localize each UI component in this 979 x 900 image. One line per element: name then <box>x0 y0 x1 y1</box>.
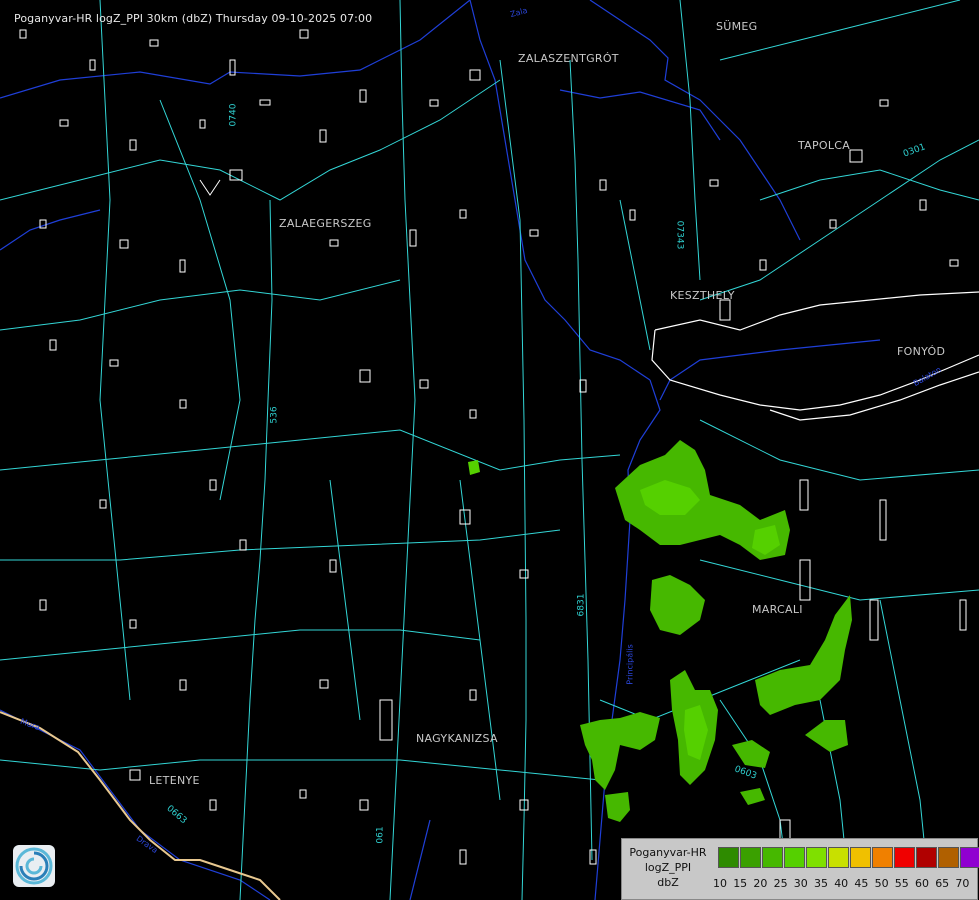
place-label-marcali: MARCALI <box>752 603 803 616</box>
legend-swatch <box>872 847 893 868</box>
legend-tick-label: 65 <box>935 877 950 890</box>
legend-tick-label: 35 <box>814 877 828 890</box>
road-number: 536 <box>269 406 280 424</box>
legend-ticks: 10 15 20 25 30 35 40 45 50 55 60 65 70 <box>710 877 979 891</box>
legend-tick-label: 40 <box>834 877 849 890</box>
legend-swatch <box>850 847 871 868</box>
legend-tick-label: 25 <box>773 877 788 890</box>
legend-tick-label: 15 <box>733 877 748 890</box>
legend-swatch <box>894 847 915 868</box>
echo-cell-9 <box>805 720 848 752</box>
echo-cell-6 <box>732 740 770 768</box>
legend-swatch <box>960 847 979 868</box>
legend-tick-label: 30 <box>793 877 808 890</box>
legend-swatch <box>740 847 761 868</box>
echo-cell-2 <box>650 575 705 635</box>
place-label-tapolca: TAPOLCA <box>798 139 851 152</box>
legend-swatch <box>784 847 805 868</box>
legend-tick-label: 55 <box>894 877 909 890</box>
echo-cell-4 <box>580 712 660 790</box>
place-label-fonyod: FONYÓD <box>897 345 946 358</box>
radar-swirl-logo-icon <box>13 845 55 887</box>
legend-tick-label: 10 <box>713 877 727 890</box>
echo-cell-7 <box>740 788 765 805</box>
place-label-zalaszentgrot: ZALASZENTGRÓT <box>518 52 619 65</box>
place-label-nagykanizsa: NAGYKANIZSA <box>416 732 498 745</box>
legend-tick-label: 50 <box>874 877 889 890</box>
river-label: Principális <box>625 644 635 685</box>
echo-cell-10 <box>468 460 480 475</box>
place-label-keszthely: KESZTHELY <box>670 289 735 302</box>
legend-swatch <box>916 847 937 868</box>
legend-swatch <box>828 847 849 868</box>
legend-tick-label: 20 <box>753 877 768 890</box>
map-layer <box>0 0 979 900</box>
legend-unit: dbZ <box>657 876 679 889</box>
legend-swatch <box>762 847 783 868</box>
road-layer <box>0 0 979 900</box>
legend-tick-label: 60 <box>915 877 929 890</box>
road-number: 0740 <box>228 103 239 127</box>
place-label-sumeg: SÜMEG <box>716 20 758 33</box>
legend-label: Poganyvar-HR logZ_PPI dbZ <box>622 845 714 890</box>
road-number: 07343 <box>674 220 685 250</box>
place-label-letenye: LETENYE <box>149 774 200 787</box>
road-number: 061 <box>375 826 386 844</box>
echo-cell-5 <box>605 792 630 822</box>
radar-map: Poganyvar-HR logZ_PPI 30km (dbZ) Thursda… <box>0 0 979 900</box>
legend-tick-label: 45 <box>854 877 869 890</box>
legend-swatch <box>806 847 827 868</box>
radar-product-title: Poganyvar-HR logZ_PPI 30km (dbZ) Thursda… <box>14 12 373 25</box>
legend-product: logZ_PPI <box>644 861 692 874</box>
legend-swatch <box>938 847 959 868</box>
legend-swatches <box>718 847 979 868</box>
place-label-zalaegerszeg: ZALAEGERSZEG <box>279 217 372 230</box>
color-scale-legend: Poganyvar-HR logZ_PPI dbZ 10 15 20 25 30 35 40… <box>621 838 979 900</box>
legend-swatch <box>718 847 739 868</box>
legend-source: Poganyvar-HR <box>629 846 707 859</box>
road-number: 6831 <box>576 593 587 617</box>
legend-tick-label: 70 <box>955 877 970 890</box>
